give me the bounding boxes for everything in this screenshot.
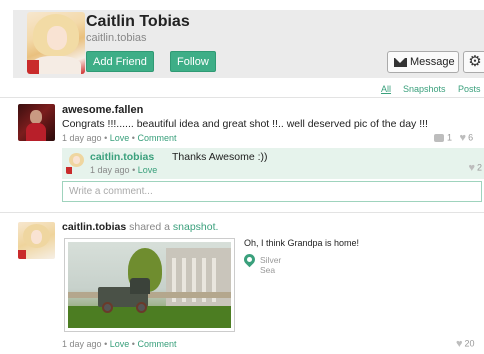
profile-avatar[interactable] [27, 12, 85, 74]
heart-icon[interactable]: ♥ [460, 132, 467, 144]
post-author-avatar[interactable] [18, 222, 55, 259]
share-headline: caitlin.tobias shared a snapshot. [62, 221, 218, 233]
message-button[interactable]: Message [387, 51, 459, 73]
profile-handle: caitlin.tobias [86, 32, 147, 44]
like-count: 20 [464, 338, 475, 349]
gear-icon[interactable]: ⚙ [463, 51, 484, 73]
reply-time: 1 day ago [90, 165, 130, 175]
meta-separator: • [131, 339, 135, 349]
filter-posts[interactable]: Posts [458, 84, 481, 94]
reply-author-name[interactable]: caitlin.tobias [90, 151, 154, 163]
snapshot-caption: Oh, I think Grandpa is home! [244, 238, 360, 248]
comment-input[interactable]: Write a comment... [62, 181, 482, 202]
profile-name: Caitlin Tobias [86, 13, 190, 30]
love-link[interactable]: Love [110, 133, 130, 143]
add-friend-button[interactable]: Add Friend [86, 51, 154, 72]
post-author-name[interactable]: awesome.fallen [62, 104, 143, 116]
envelope-icon [394, 58, 407, 67]
heart-icon[interactable]: ♥ [456, 338, 463, 350]
reply-love-link[interactable]: Love [138, 165, 158, 175]
follow-button[interactable]: Follow [170, 51, 216, 72]
post-counts: 1 ♥ 6 [434, 132, 473, 144]
comment-count: 1 [447, 132, 453, 143]
message-button-label: Message [410, 56, 455, 68]
meta-separator: • [104, 133, 108, 143]
reply-text: Thanks Awesome :)) [172, 151, 268, 163]
post-text: Congrats !!!...... beautiful idea and gr… [62, 118, 428, 130]
snapshot-image [68, 242, 231, 328]
post-author-name[interactable]: caitlin.tobias [62, 221, 126, 233]
location-link[interactable]: Silver Sea [260, 255, 300, 275]
heart-icon[interactable]: ♥ [468, 162, 475, 174]
reply-comment: caitlin.tobias Thanks Awesome :)) 1 day … [62, 148, 484, 179]
filter-all[interactable]: All [381, 84, 391, 94]
post-counts: ♥ 20 [456, 338, 475, 350]
comment-link[interactable]: Comment [137, 133, 176, 143]
comment-bubble-icon [434, 134, 444, 142]
comment-link[interactable]: Comment [137, 339, 176, 349]
profile-header: Caitlin Tobias caitlin.tobias Add Friend… [13, 10, 484, 78]
shared-text: shared a [129, 221, 170, 233]
like-count: 6 [468, 132, 474, 143]
reply-likes: ♥ 2 [468, 162, 482, 174]
post-author-avatar[interactable] [18, 104, 55, 141]
filter-snapshots[interactable]: Snapshots [403, 84, 446, 94]
location-line: Sea [260, 265, 276, 275]
meta-separator: • [132, 165, 136, 175]
love-link[interactable]: Love [110, 339, 130, 349]
meta-separator: • [104, 339, 108, 349]
meta-separator: • [131, 133, 135, 143]
post-time: 1 day ago [62, 339, 102, 349]
post-time: 1 day ago [62, 133, 102, 143]
location-pin-icon [244, 254, 255, 268]
reply-avatar[interactable] [66, 152, 87, 174]
snapshot-thumbnail[interactable] [64, 238, 235, 332]
reply-like-count: 2 [476, 162, 482, 173]
snapshot-link[interactable]: snapshot. [173, 221, 219, 233]
reply-meta: 1 day ago • Love [90, 165, 157, 175]
post-meta: 1 day ago • Love • Comment [62, 133, 176, 143]
divider [0, 212, 484, 213]
divider [0, 97, 484, 98]
location-line: Silver [260, 255, 282, 265]
post-meta: 1 day ago • Love • Comment [62, 339, 176, 349]
